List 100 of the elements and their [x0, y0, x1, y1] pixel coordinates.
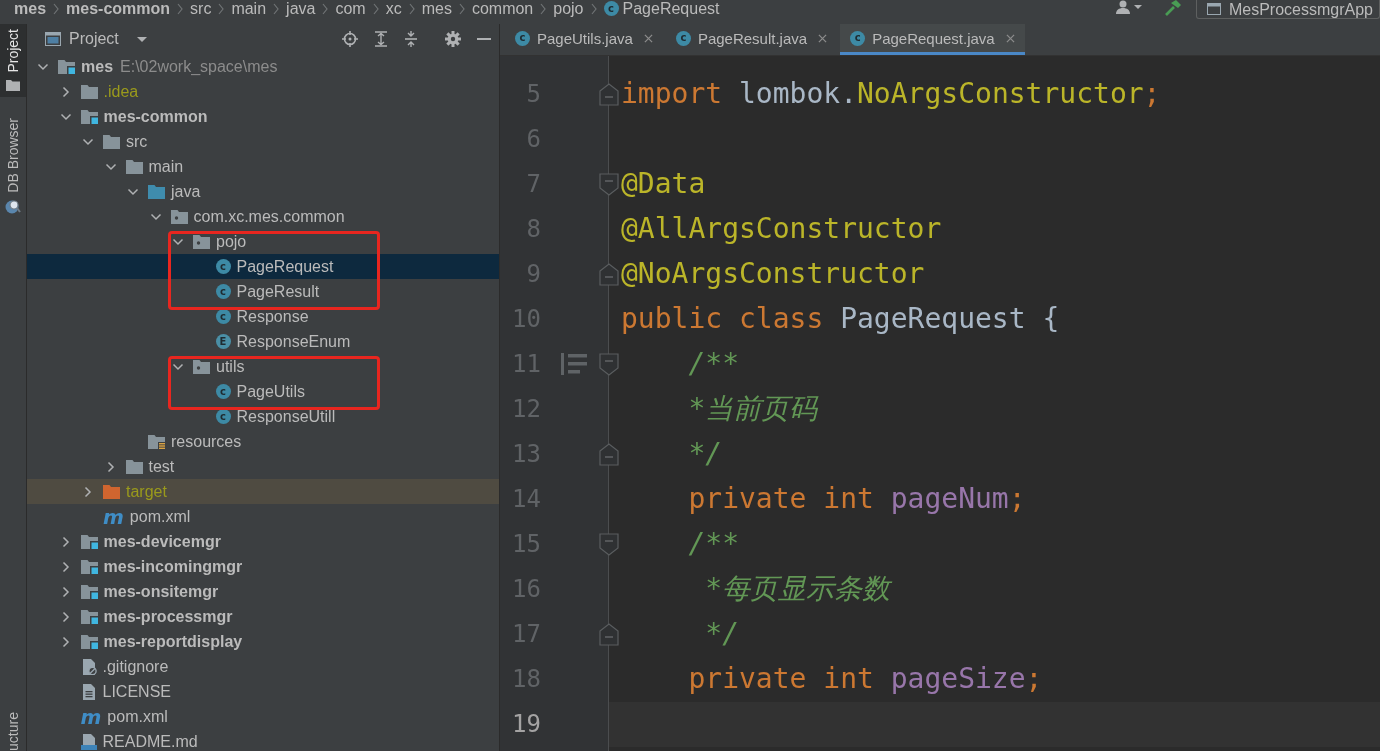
code-line: */ [688, 437, 723, 471]
tree-item[interactable]: LICENSE [27, 679, 499, 704]
tree-item[interactable]: c Response [27, 304, 499, 329]
module-folder-icon [80, 559, 98, 574]
chevron-icon [408, 3, 415, 15]
tree-item[interactable]: c PageRequest [27, 254, 499, 279]
tree-item[interactable]: pojo [27, 229, 499, 254]
breadcrumb[interactable]: mes [14, 0, 47, 17]
tree-item[interactable]: com.xc.mes.common [27, 204, 499, 229]
tree-item[interactable]: utils [27, 354, 499, 379]
fold-marker-icon[interactable] [598, 352, 619, 376]
chevron-icon [458, 3, 465, 15]
close-icon[interactable] [1005, 33, 1015, 43]
chevron-icon [372, 3, 379, 15]
tree-item[interactable]: mes-reportdisplay [27, 629, 499, 654]
tree-item[interactable]: .idea [27, 79, 499, 104]
breadcrumb[interactable]: java [286, 0, 316, 17]
tree-item[interactable]: mes-incomingmgr [27, 554, 499, 579]
code-line: */ [705, 617, 739, 651]
chevron-icon [273, 3, 280, 15]
window-icon [1206, 3, 1221, 15]
breadcrumb[interactable]: src [190, 0, 212, 17]
tree-item[interactable]: E ResponseEnum [27, 329, 499, 354]
code-line: @NoArgsConstructor [621, 257, 925, 291]
folder-icon [103, 134, 120, 149]
tree-item[interactable]: mes-common [27, 104, 499, 129]
ignore-file-icon [80, 658, 97, 675]
code-line: @Data [621, 167, 706, 201]
tree-item[interactable]: README.md [27, 729, 499, 751]
module-folder-icon [80, 584, 98, 599]
module-folder-icon [58, 59, 75, 74]
tree-item[interactable]: src [27, 129, 499, 154]
code-line: private int pageSize; [688, 662, 1043, 696]
close-icon[interactable] [818, 33, 828, 43]
fold-marker-icon[interactable] [598, 82, 619, 106]
tree-item[interactable]: main [27, 154, 499, 179]
panel-title[interactable]: Project [69, 30, 119, 48]
code-line: private int pageNum; [688, 482, 1026, 516]
fold-marker-icon[interactable] [598, 262, 619, 286]
editor-tab[interactable]: c PageRequest.java [840, 24, 1025, 55]
chevron-icon [218, 3, 225, 15]
tree-item[interactable]: m pom.xml [27, 704, 499, 729]
editor-tab[interactable]: c PageResult.java [665, 24, 838, 55]
tree-item[interactable]: mes-onsitemgr [27, 579, 499, 604]
class-icon: c [215, 384, 231, 399]
breadcrumb[interactable]: main [231, 0, 267, 17]
code-line: @AllArgsConstructor [621, 212, 942, 246]
folder-icon [103, 484, 120, 499]
fold-marker-icon[interactable] [598, 442, 619, 466]
breadcrumb[interactable]: c PageRequest [603, 0, 720, 17]
breadcrumb[interactable]: pojo [553, 0, 584, 17]
class-icon: c [515, 30, 530, 46]
breadcrumb[interactable]: common [471, 0, 534, 17]
module-folder-icon [80, 609, 98, 624]
module-folder-icon [80, 534, 98, 549]
tree-item[interactable]: c PageUtils [27, 379, 499, 404]
breadcrumb[interactable]: com [335, 0, 366, 17]
tree-item[interactable]: mes E:\02work_space\mes [27, 54, 499, 79]
folder-icon [80, 84, 98, 99]
tool-window-tab[interactable]: DB Browser [0, 112, 26, 221]
tree-item[interactable]: resources [27, 429, 499, 454]
breadcrumb[interactable]: mes [421, 0, 452, 17]
breadcrumb[interactable]: mes-common [66, 0, 171, 17]
breadcrumb[interactable]: xc [385, 0, 402, 17]
hammer-icon[interactable] [1163, 0, 1182, 16]
fold-marker-icon[interactable] [598, 172, 619, 196]
code-line: /** [688, 527, 739, 561]
expand-all-icon[interactable] [374, 31, 388, 47]
crosshair-icon[interactable] [342, 31, 358, 47]
fold-marker-icon[interactable] [598, 622, 619, 646]
tree-item[interactable]: c PageResult [27, 279, 499, 304]
collapse-all-icon[interactable] [404, 31, 418, 47]
user-icon[interactable] [1114, 0, 1131, 14]
caret-icon[interactable] [136, 36, 147, 42]
chevron-icon [177, 3, 184, 15]
close-icon[interactable] [643, 33, 653, 43]
chevron-icon[interactable] [82, 485, 94, 498]
markdown-file-icon [80, 733, 97, 750]
tool-window-tab[interactable]: Project [0, 24, 26, 97]
module-folder-icon [80, 634, 98, 649]
tree-item[interactable]: mes-processmgr [27, 604, 499, 629]
class-icon: c [675, 30, 691, 46]
tree-item[interactable]: mes-devicemgr [27, 529, 499, 554]
tree-item[interactable]: target [27, 479, 499, 504]
settings-icon[interactable] [445, 31, 461, 47]
fold-marker-icon[interactable] [598, 532, 619, 556]
editor-tab[interactable]: c PageUtils.java [505, 24, 663, 55]
tool-window-tab[interactable]: ucture [0, 707, 26, 751]
tree-item[interactable]: c ResponseUtill [27, 404, 499, 429]
run-config-selector[interactable]: MesProcessmgrApp [1195, 0, 1380, 19]
tree-item[interactable]: .gitignore [27, 654, 499, 679]
tree-item[interactable]: test [27, 454, 499, 479]
caret-icon[interactable] [1133, 5, 1142, 9]
tree-item[interactable]: java [27, 179, 499, 204]
tree-item[interactable]: m pom.xml [27, 504, 499, 529]
package-icon [193, 359, 210, 374]
folder-icon [125, 159, 143, 174]
project-path: E:\02work_space\mes [120, 58, 278, 75]
package-icon [193, 234, 210, 249]
enum-icon: E [215, 334, 231, 349]
